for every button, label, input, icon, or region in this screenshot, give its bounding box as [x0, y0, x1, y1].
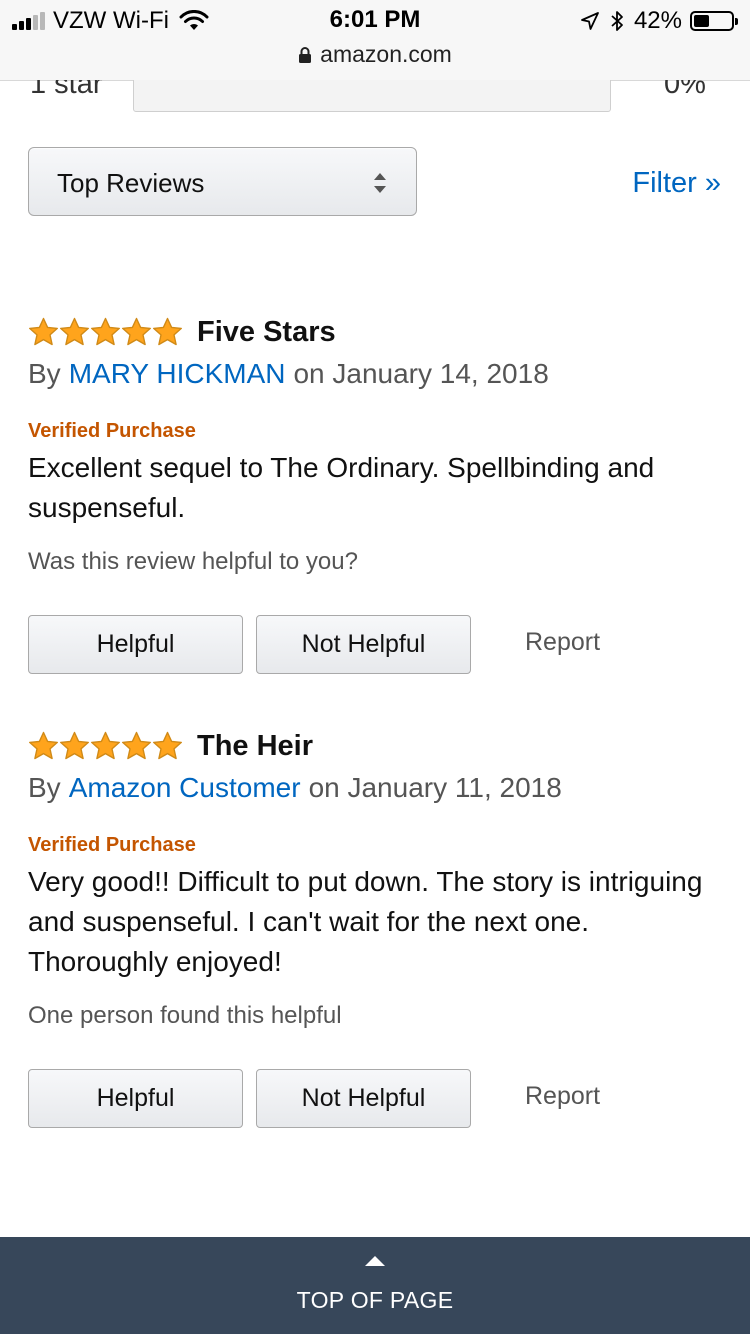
- review-body: Excellent sequel to The Ordinary. Spellb…: [28, 452, 655, 523]
- star-rating: [28, 731, 183, 761]
- battery-icon: [690, 11, 738, 31]
- star-icon: [60, 317, 89, 346]
- review-header: The Heir: [28, 726, 728, 766]
- review-title[interactable]: Five Stars: [197, 316, 336, 349]
- battery-percent: 42%: [633, 7, 682, 34]
- star-rating: [28, 317, 183, 347]
- review-item: The Heir By Amazon Customer on January 11,…: [28, 726, 728, 1128]
- bluetooth-icon: [611, 11, 623, 31]
- up-arrow-icon: [365, 1256, 385, 1266]
- not-helpful-button[interactable]: Not Helpful: [256, 1069, 471, 1128]
- review-author-link[interactable]: MARY HICKMAN: [69, 358, 286, 389]
- top-of-page-button[interactable]: TOP OF PAGE: [0, 1237, 750, 1334]
- sort-reviews-select[interactable]: Top Reviews: [28, 147, 417, 216]
- status-bar: VZW Wi-Fi 6:01 PM amazon.com 42%: [0, 0, 750, 81]
- star-icon: [153, 731, 182, 760]
- review-item: Five Stars By MARY HICKMAN on January 14, …: [28, 312, 728, 674]
- star-icon: [29, 317, 58, 346]
- star-icon: [91, 317, 120, 346]
- verified-purchase-badge: Verified Purchase: [28, 420, 196, 442]
- star-icon: [153, 317, 182, 346]
- review-body: Very good!! Difficult to put down. The s…: [28, 866, 703, 977]
- byline-prefix: By: [28, 358, 61, 389]
- url-text: amazon.com: [320, 41, 452, 67]
- star-icon: [91, 731, 120, 760]
- byline-prefix: By: [28, 772, 61, 803]
- histogram-star-label: 1 star: [30, 80, 103, 100]
- rating-histogram-row[interactable]: 1 star 0%: [0, 80, 750, 114]
- status-right: 42%: [580, 6, 738, 36]
- histogram-bar: [133, 80, 611, 112]
- histogram-percent: 0%: [664, 80, 706, 100]
- url-bar[interactable]: amazon.com: [0, 41, 750, 68]
- sort-selected-value: Top Reviews: [57, 168, 205, 198]
- battery-fill: [694, 15, 709, 27]
- filter-link[interactable]: Filter »: [632, 167, 721, 200]
- review-date: on January 11, 2018: [308, 772, 562, 803]
- review-author-link[interactable]: Amazon Customer: [69, 772, 301, 803]
- report-link[interactable]: Report: [525, 1082, 600, 1111]
- star-icon: [60, 731, 89, 760]
- review-byline: By Amazon Customer on January 11, 2018: [28, 772, 562, 804]
- select-arrows-icon: [374, 173, 386, 193]
- helpful-button[interactable]: Helpful: [28, 1069, 243, 1128]
- report-link[interactable]: Report: [525, 628, 600, 657]
- star-icon: [122, 731, 151, 760]
- helpful-count: One person found this helpful: [28, 1002, 342, 1029]
- verified-purchase-badge: Verified Purchase: [28, 834, 196, 856]
- review-byline: By MARY HICKMAN on January 14, 2018: [28, 358, 549, 390]
- not-helpful-button[interactable]: Not Helpful: [256, 615, 471, 674]
- review-title[interactable]: The Heir: [197, 730, 313, 763]
- review-date: on January 14, 2018: [293, 358, 549, 389]
- star-icon: [122, 317, 151, 346]
- helpful-button[interactable]: Helpful: [28, 615, 243, 674]
- review-header: Five Stars: [28, 312, 728, 352]
- helpful-question: Was this review helpful to you?: [28, 548, 358, 575]
- location-icon: [581, 12, 599, 30]
- lock-icon: [299, 47, 312, 63]
- star-icon: [29, 731, 58, 760]
- top-of-page-label: TOP OF PAGE: [296, 1287, 454, 1313]
